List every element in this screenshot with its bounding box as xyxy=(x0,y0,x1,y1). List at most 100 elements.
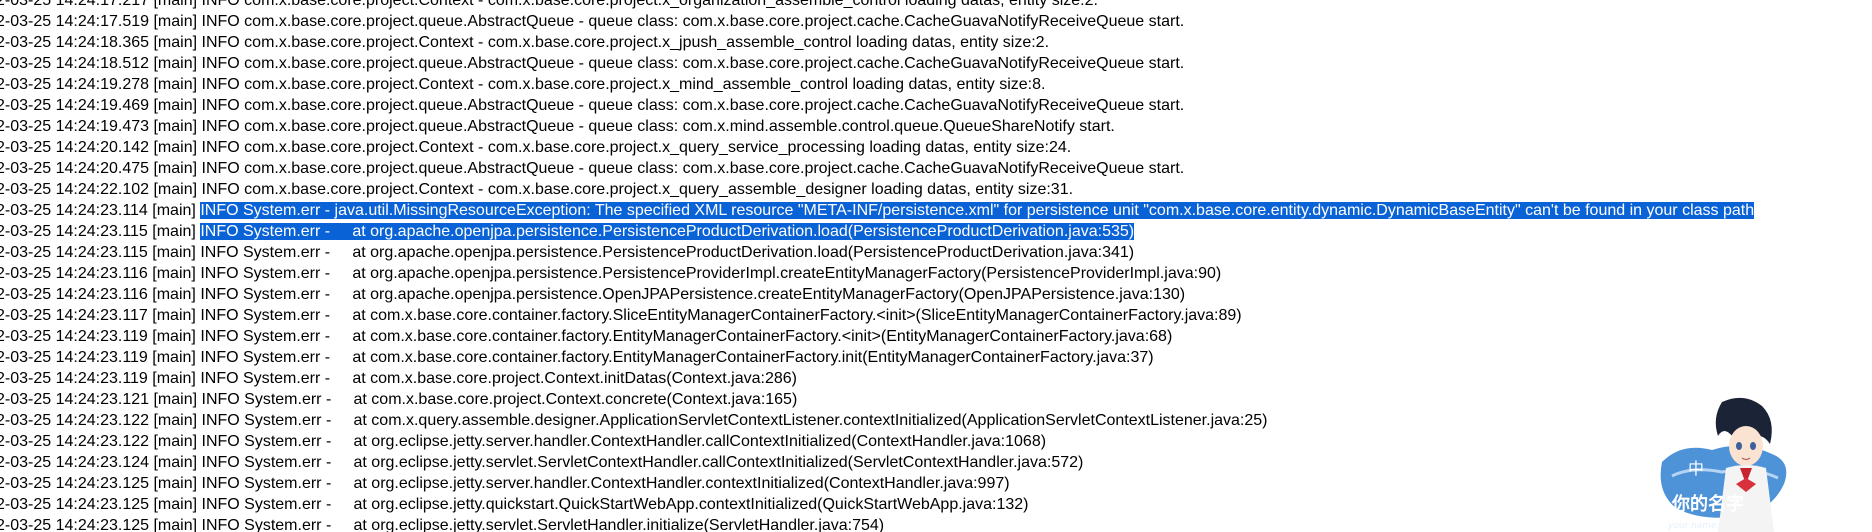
log-thread: [main] xyxy=(153,118,198,135)
log-message: INFO com.x.base.core.project.queue.Abstr… xyxy=(201,160,1185,177)
sticker-subcaption: your name. xyxy=(1667,521,1719,531)
log-timestamp: 2-03-25 14:24:23.122 xyxy=(0,412,150,429)
log-timestamp: 2-03-25 14:24:20.475 xyxy=(0,160,150,177)
log-message-selected: INFO System.err - java.util.MissingResou… xyxy=(200,202,1755,219)
log-timestamp: 2-03-25 14:24:18.512 xyxy=(0,55,150,72)
log-line[interactable]: 2-03-25 14:24:23.125 [main] INFO System.… xyxy=(0,515,1754,532)
log-message: INFO System.err - at org.eclipse.jetty.q… xyxy=(201,496,1029,513)
log-thread: [main] xyxy=(153,76,198,93)
log-line[interactable]: 2-03-25 14:24:23.119 [main] INFO System.… xyxy=(0,326,1754,347)
log-line[interactable]: 2-03-25 14:24:22.102 [main] INFO com.x.b… xyxy=(0,179,1754,200)
log-line[interactable]: 2-03-25 14:24:23.124 [main] INFO System.… xyxy=(0,452,1754,473)
log-line[interactable]: 2-03-25 14:24:23.125 [main] INFO System.… xyxy=(0,473,1754,494)
log-thread: [main] xyxy=(152,286,196,303)
log-thread: [main] xyxy=(152,202,196,219)
log-thread: [main] xyxy=(153,160,198,177)
log-timestamp: 2-03-25 14:24:23.125 xyxy=(0,475,150,492)
log-thread: [main] xyxy=(153,139,198,156)
log-thread: [main] xyxy=(152,265,196,282)
log-lines: 2-03-25 14:24:17.217 [main] INFO com.x.b… xyxy=(0,0,1755,532)
log-timestamp: 2-03-25 14:24:19.469 xyxy=(0,97,150,114)
log-message: INFO System.err - at com.x.base.core.con… xyxy=(200,328,1173,345)
log-timestamp: 2-03-25 14:24:22.102 xyxy=(0,181,150,198)
log-timestamp: 2-03-25 14:24:23.116 xyxy=(0,265,148,282)
log-message: INFO System.err - at org.apache.openjpa.… xyxy=(200,244,1135,261)
log-line[interactable]: 2-03-25 14:24:19.469 [main] INFO com.x.b… xyxy=(0,95,1754,116)
log-timestamp: 2-03-25 14:24:23.125 xyxy=(0,517,150,532)
log-line[interactable]: 2-03-25 14:24:23.122 [main] INFO System.… xyxy=(0,410,1754,431)
log-thread: [main] xyxy=(153,0,198,9)
log-line[interactable]: 2-03-25 14:24:19.278 [main] INFO com.x.b… xyxy=(0,74,1754,95)
log-line[interactable]: 2-03-25 14:24:17.217 [main] INFO com.x.b… xyxy=(0,0,1754,11)
log-line[interactable]: 2-03-25 14:24:23.115 [main] INFO System.… xyxy=(0,242,1754,263)
log-message: INFO System.err - at org.apache.openjpa.… xyxy=(200,265,1222,282)
log-console[interactable]: 2-03-25 14:24:17.217 [main] INFO com.x.b… xyxy=(0,0,1872,532)
log-line[interactable]: 2-03-25 14:24:18.365 [main] INFO com.x.b… xyxy=(0,32,1754,53)
log-line[interactable]: 2-03-25 14:24:20.142 [main] INFO com.x.b… xyxy=(0,137,1754,158)
log-timestamp: 2-03-25 14:24:23.115 xyxy=(0,223,148,240)
log-timestamp: 2-03-25 14:24:19.278 xyxy=(0,76,150,93)
log-timestamp: 2-03-25 14:24:23.119 xyxy=(0,349,148,366)
log-thread: [main] xyxy=(153,13,198,30)
log-line[interactable]: 2-03-25 14:24:23.117 [main] INFO System.… xyxy=(0,305,1754,326)
log-timestamp: 2-03-25 14:24:19.473 xyxy=(0,118,150,135)
sticker-caption: 你的名字 xyxy=(1671,493,1744,515)
log-line[interactable]: 2-03-25 14:24:23.115 [main] INFO System.… xyxy=(0,221,1754,242)
log-timestamp: 2-03-25 14:24:23.115 xyxy=(0,244,148,261)
log-message: INFO com.x.base.core.project.queue.Abstr… xyxy=(201,97,1185,114)
log-thread: [main] xyxy=(152,349,196,366)
log-thread: [main] xyxy=(153,433,198,450)
log-timestamp: 2-03-25 14:24:23.119 xyxy=(0,328,148,345)
log-line[interactable]: 2-03-25 14:24:23.119 [main] INFO System.… xyxy=(0,368,1754,389)
log-thread: [main] xyxy=(152,328,196,345)
log-timestamp: 2-03-25 14:24:17.217 xyxy=(0,0,150,9)
log-message: INFO System.err - at org.eclipse.jetty.s… xyxy=(201,517,885,532)
log-message: INFO com.x.base.core.project.queue.Abstr… xyxy=(201,118,1115,135)
log-timestamp: 2-03-25 14:24:23.119 xyxy=(0,370,148,387)
log-thread: [main] xyxy=(153,55,198,72)
log-message: INFO com.x.base.core.project.queue.Abstr… xyxy=(201,55,1185,72)
log-timestamp: 2-03-25 14:24:23.116 xyxy=(0,286,148,303)
anime-sticker-image: 你的名字 your name. 中 xyxy=(1660,397,1787,532)
log-message: INFO System.err - at org.eclipse.jetty.s… xyxy=(201,433,1047,450)
log-message-selected: INFO System.err - at org.apache.openjpa.… xyxy=(200,223,1135,240)
log-thread: [main] xyxy=(152,223,196,240)
log-line[interactable]: 2-03-25 14:24:23.116 [main] INFO System.… xyxy=(0,284,1754,305)
log-message: INFO System.err - at org.eclipse.jetty.s… xyxy=(201,454,1084,471)
log-message: INFO com.x.base.core.project.Context - c… xyxy=(201,0,1098,9)
log-thread: [main] xyxy=(152,244,196,261)
log-message: INFO com.x.base.core.project.Context - c… xyxy=(201,34,1050,51)
log-message: INFO com.x.base.core.project.Context - c… xyxy=(201,139,1072,156)
log-timestamp: 2-03-25 14:24:23.125 xyxy=(0,496,150,513)
log-line[interactable]: 2-03-25 14:24:23.119 [main] INFO System.… xyxy=(0,347,1754,368)
log-line[interactable]: 2-03-25 14:24:23.114 [main] INFO System.… xyxy=(0,200,1755,221)
log-thread: [main] xyxy=(153,454,198,471)
log-thread: [main] xyxy=(153,34,198,51)
log-thread: [main] xyxy=(153,97,198,114)
log-thread: [main] xyxy=(152,307,196,324)
log-thread: [main] xyxy=(153,517,198,532)
sticker-mark: 中 xyxy=(1688,459,1704,478)
log-line[interactable]: 2-03-25 14:24:19.473 [main] INFO com.x.b… xyxy=(0,116,1754,137)
log-message: INFO System.err - at com.x.base.core.con… xyxy=(200,307,1242,324)
log-timestamp: 2-03-25 14:24:17.519 xyxy=(0,13,150,30)
log-line[interactable]: 2-03-25 14:24:23.121 [main] INFO System.… xyxy=(0,389,1754,410)
log-timestamp: 2-03-25 14:24:23.124 xyxy=(0,454,150,471)
log-thread: [main] xyxy=(153,496,198,513)
log-message: INFO com.x.base.core.project.queue.Abstr… xyxy=(201,13,1185,30)
log-line[interactable]: 2-03-25 14:24:20.475 [main] INFO com.x.b… xyxy=(0,158,1754,179)
log-timestamp: 2-03-25 14:24:23.114 xyxy=(0,202,148,219)
log-line[interactable]: 2-03-25 14:24:18.512 [main] INFO com.x.b… xyxy=(0,53,1754,74)
log-message: INFO System.err - at com.x.query.assembl… xyxy=(201,412,1268,429)
log-line[interactable]: 2-03-25 14:24:23.125 [main] INFO System.… xyxy=(0,494,1754,515)
log-message: INFO com.x.base.core.project.Context - c… xyxy=(201,76,1046,93)
log-thread: [main] xyxy=(153,391,198,408)
log-line[interactable]: 2-03-25 14:24:17.519 [main] INFO com.x.b… xyxy=(0,11,1754,32)
log-line[interactable]: 2-03-25 14:24:23.122 [main] INFO System.… xyxy=(0,431,1754,452)
log-message: INFO System.err - at com.x.base.core.con… xyxy=(200,349,1154,366)
log-timestamp: 2-03-25 14:24:23.117 xyxy=(0,307,148,324)
log-timestamp: 2-03-25 14:24:23.121 xyxy=(0,391,150,408)
log-message: INFO System.err - at com.x.base.core.pro… xyxy=(201,391,798,408)
log-timestamp: 2-03-25 14:24:20.142 xyxy=(0,139,150,156)
log-line[interactable]: 2-03-25 14:24:23.116 [main] INFO System.… xyxy=(0,263,1754,284)
